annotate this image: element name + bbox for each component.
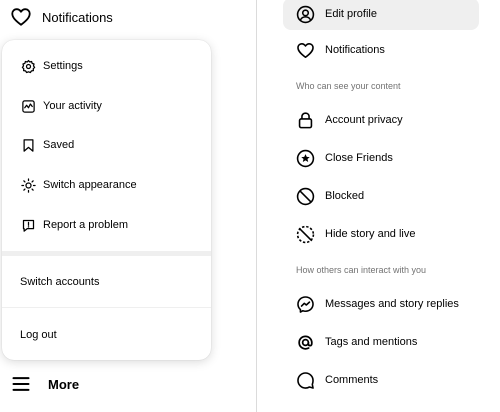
sun-icon [20,177,36,193]
heart-icon [10,6,32,28]
nav-notifications-label: Notifications [42,9,113,25]
settings-sidebar: Edit profile Notifications Who can see y… [257,0,500,412]
messenger-icon [295,294,315,314]
settings-item-hide-story[interactable]: Hide story and live [257,220,479,248]
at-icon [295,332,315,352]
settings-item-label: Comments [325,374,379,386]
switch-accounts-label: Switch accounts [20,276,100,288]
settings-item-messages[interactable]: Messages and story replies [257,290,479,318]
menu-item-saved[interactable]: Saved [2,135,211,155]
menu-divider [2,251,211,256]
menu-item-report-problem[interactable]: Report a problem [2,215,211,235]
menu-item-label: Saved [43,139,75,151]
settings-item-label: Account privacy [325,114,403,126]
gear-icon [20,58,36,74]
settings-item-label: Tags and mentions [325,336,418,348]
menu-item-log-out[interactable]: Log out [2,325,211,345]
nav-more-label: More [48,376,80,392]
nav-notifications[interactable]: Notifications [10,5,113,29]
left-navigation: Notifications Settings Your activity Sav… [0,0,256,412]
user-circle-icon [295,4,315,24]
nav-more[interactable]: More [10,372,79,396]
section-heading-interact: How others can interact with you [296,265,427,275]
settings-item-label: Blocked [325,190,365,202]
settings-item-comments[interactable]: Comments [257,366,479,394]
menu-item-label: Your activity [43,100,102,112]
menu-item-label: Settings [43,60,83,72]
heart-icon [295,40,315,60]
menu-item-label: Report a problem [43,219,128,231]
blocked-icon [295,186,315,206]
more-menu-popup: Settings Your activity Saved Switch appe… [2,40,211,360]
settings-item-label: Edit profile [325,8,377,20]
lock-icon [295,110,315,130]
settings-item-label: Messages and story replies [325,298,459,310]
settings-item-blocked[interactable]: Blocked [257,182,479,210]
menu-item-settings[interactable]: Settings [2,56,211,76]
section-heading-content: Who can see your content [296,81,401,91]
star-circle-icon [295,148,315,168]
settings-item-notifications[interactable]: Notifications [257,36,479,64]
menu-item-label: Switch appearance [43,179,137,191]
menu-item-switch-accounts[interactable]: Switch accounts [2,272,211,292]
log-out-label: Log out [20,329,57,341]
report-icon [20,217,36,233]
menu-divider [2,307,211,308]
menu-item-switch-appearance[interactable]: Switch appearance [2,175,211,195]
menu-item-your-activity[interactable]: Your activity [2,96,211,116]
settings-item-label: Notifications [325,44,385,56]
hide-story-icon [295,224,315,244]
settings-item-label: Hide story and live [325,228,416,240]
hamburger-menu-icon [10,373,32,395]
activity-icon [20,98,36,114]
settings-item-tags-mentions[interactable]: Tags and mentions [257,328,479,356]
settings-item-edit-profile[interactable]: Edit profile [283,0,479,30]
settings-item-label: Close Friends [325,152,393,164]
comment-icon [295,370,315,390]
bookmark-icon [20,137,36,153]
settings-item-close-friends[interactable]: Close Friends [257,144,479,172]
settings-item-account-privacy[interactable]: Account privacy [257,106,479,134]
